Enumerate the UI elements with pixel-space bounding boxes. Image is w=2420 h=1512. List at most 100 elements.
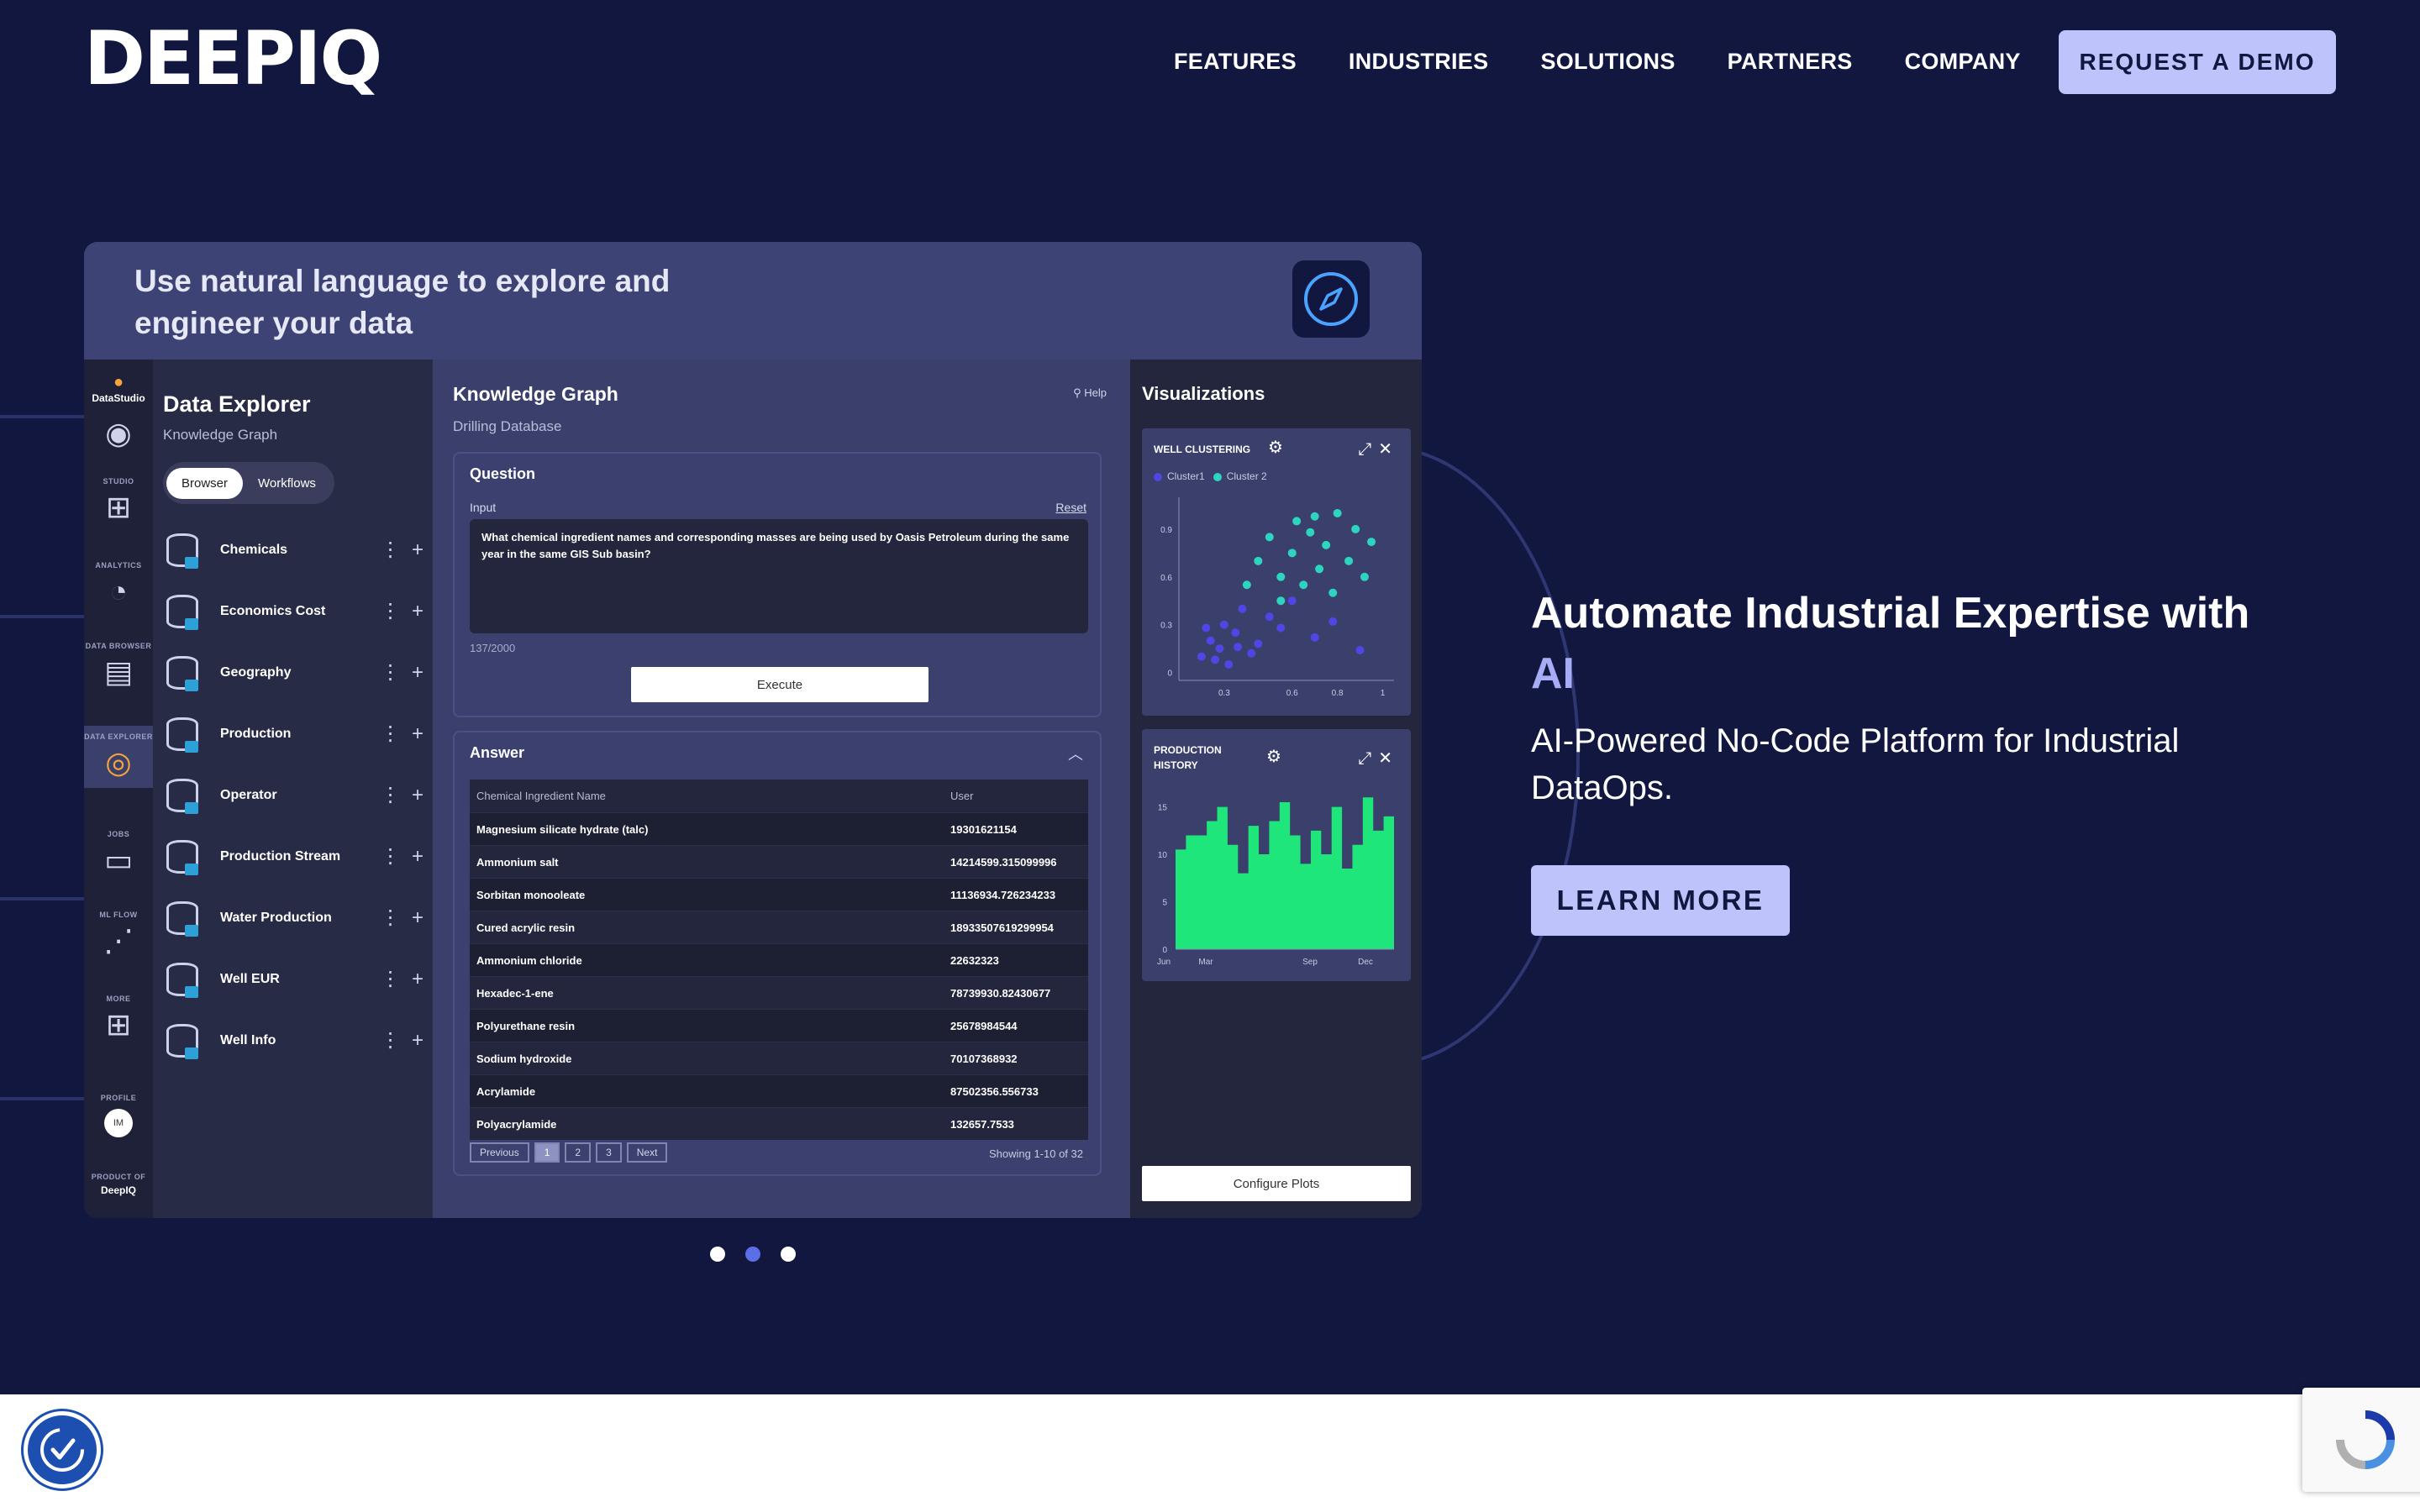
frame-header: Use natural language to explore and engi… (84, 242, 1422, 360)
carousel-dot[interactable] (745, 1247, 760, 1262)
learn-more-button[interactable]: LEARN MORE (1531, 865, 1790, 936)
nav-company[interactable]: COMPANY (1905, 49, 2021, 75)
more-vertical-icon[interactable]: ⋮ (381, 906, 401, 929)
plus-icon[interactable]: + (412, 538, 424, 561)
dataset-row[interactable]: Geography ⋮ + (163, 642, 424, 703)
previous-button[interactable]: Previous (470, 1142, 529, 1163)
carousel-dot[interactable] (781, 1247, 796, 1262)
database-icon (163, 1022, 198, 1059)
carousel-dot[interactable] (710, 1247, 725, 1262)
nav-industries[interactable]: INDUSTRIES (1349, 49, 1489, 75)
dataset-name: Production (220, 726, 292, 741)
recaptcha-icon[interactable] (2302, 1388, 2420, 1492)
chevron-up-icon[interactable]: ︿ (1068, 743, 1083, 764)
table-row[interactable]: Magnesium silicate hydrate (talc) 1930162… (470, 812, 1088, 845)
table-row[interactable]: Polyurethane resin 25678984544 (470, 1009, 1088, 1042)
scatter-point (1299, 580, 1308, 590)
scatter-point (1328, 617, 1338, 626)
toggle-browser[interactable]: Browser (166, 467, 244, 499)
plus-icon[interactable]: + (412, 722, 424, 745)
table-row[interactable]: Sodium hydroxide 70107368932 (470, 1042, 1088, 1074)
dataset-row[interactable]: Production ⋮ + (163, 703, 424, 764)
table-row[interactable]: Polyacrylamide 132657.7533 (470, 1107, 1088, 1140)
plus-icon[interactable]: + (412, 1029, 424, 1052)
scatter-point (1206, 636, 1215, 645)
deepiq-logo[interactable]: DEEPIQ (84, 22, 382, 96)
plus-icon[interactable]: + (412, 968, 424, 990)
next-button[interactable]: Next (626, 1142, 668, 1163)
help-link[interactable]: ⚲ Help (1073, 386, 1107, 400)
rail-data-explorer[interactable]: DATA EXPLORER ◎ (84, 726, 153, 788)
nav-partners[interactable]: PARTNERS (1728, 49, 1853, 75)
dataset-actions[interactable]: ⋮ + (373, 1028, 424, 1053)
nav-features[interactable]: FEATURES (1174, 49, 1297, 75)
dataset-row[interactable]: Economics Cost ⋮ + (163, 580, 424, 642)
rail-studio[interactable]: STUDIO ⊞ (84, 477, 153, 522)
dataset-actions[interactable]: ⋮ + (373, 660, 424, 685)
rail-data-browser[interactable]: DATA BROWSER ▤ (84, 642, 153, 687)
table-row[interactable]: Acrylamide 87502356.556733 (470, 1074, 1088, 1107)
dataset-row[interactable]: Water Production ⋮ + (163, 887, 424, 948)
more-vertical-icon[interactable]: ⋮ (381, 845, 401, 868)
dataset-actions[interactable]: ⋮ + (373, 599, 424, 623)
more-vertical-icon[interactable]: ⋮ (381, 538, 401, 561)
dataset-actions[interactable]: ⋮ + (373, 967, 424, 991)
plus-icon[interactable]: + (412, 784, 424, 806)
nav-solutions[interactable]: SOLUTIONS (1540, 49, 1675, 75)
dataset-actions[interactable]: ⋮ + (373, 538, 424, 562)
rail-profile[interactable]: PROFILE IM (84, 1094, 153, 1137)
page-1[interactable]: 1 (534, 1142, 560, 1163)
table-row[interactable]: Cured acrylic resin 18933507619299954 (470, 911, 1088, 943)
page-2[interactable]: 2 (565, 1142, 592, 1163)
dataset-row[interactable]: Chemicals ⋮ + (163, 519, 424, 580)
more-vertical-icon[interactable]: ⋮ (381, 968, 401, 990)
question-label: Question (470, 465, 536, 482)
scatter-point (1219, 620, 1228, 629)
page-3[interactable]: 3 (596, 1142, 622, 1163)
well-clustering-card: WELL CLUSTERING ⚙ ⤢✕ Cluster1 Cluster 2 … (1142, 428, 1411, 716)
accessibility-icon[interactable] (24, 1411, 101, 1488)
y-tick-label: 0.6 (1160, 574, 1172, 583)
rail-more[interactable]: MORE ⊞ (84, 995, 153, 1040)
more-vertical-icon[interactable]: ⋮ (381, 722, 401, 745)
scatter-point (1344, 556, 1354, 565)
y-tick-label: 5 (1162, 899, 1167, 908)
dataset-actions[interactable]: ⋮ + (373, 783, 424, 807)
more-vertical-icon[interactable]: ⋮ (381, 661, 401, 684)
dataset-name: Well EUR (220, 971, 280, 986)
rail-ml-flow[interactable]: ML FLOW ⋰ (84, 911, 153, 956)
plus-icon[interactable]: + (412, 906, 424, 929)
briefcase-icon: ▭ (103, 843, 133, 877)
dataset-row[interactable]: Production Stream ⋮ + (163, 826, 424, 887)
execute-button[interactable]: Execute (631, 667, 929, 702)
configure-plots-button[interactable]: Configure Plots (1142, 1166, 1411, 1201)
reset-link[interactable]: Reset (1055, 501, 1086, 514)
rail-analytics[interactable]: ANALYTICS ◔ (84, 561, 153, 606)
dataset-row[interactable]: Well Info ⋮ + (163, 1010, 424, 1071)
production-history-chart: 15 10 5 0 Jun Mar Sep Dec (1157, 797, 1394, 967)
dataset-actions[interactable]: ⋮ + (373, 906, 424, 930)
table-row[interactable]: Ammonium chloride 22632323 (470, 943, 1088, 976)
table-row[interactable]: Ammonium salt 14214599.315099996 (470, 845, 1088, 878)
dataset-row[interactable]: Operator ⋮ + (163, 764, 424, 826)
plus-icon[interactable]: + (412, 661, 424, 684)
toggle-workflows[interactable]: Workflows (243, 468, 331, 499)
plus-icon[interactable]: + (412, 845, 424, 868)
dataset-actions[interactable]: ⋮ + (373, 722, 424, 746)
answer-box: Answer ︿ Chemical Ingredient Name User M… (453, 731, 1102, 1176)
view-toggle: Browser Workflows (163, 462, 334, 504)
request-demo-button[interactable]: REQUEST A DEMO (2059, 30, 2336, 94)
more-vertical-icon[interactable]: ⋮ (381, 784, 401, 806)
x-tick-label: Mar (1198, 958, 1213, 967)
plus-icon[interactable]: + (412, 600, 424, 622)
more-vertical-icon[interactable]: ⋮ (381, 600, 401, 622)
table-row[interactable]: Hexadec-1-ene 78739930.82430677 (470, 976, 1088, 1009)
dataset-row[interactable]: Well EUR ⋮ + (163, 948, 424, 1010)
dataset-name: Chemicals (220, 542, 288, 557)
rail-home[interactable]: ◉ (84, 418, 153, 449)
dataset-actions[interactable]: ⋮ + (373, 844, 424, 869)
table-row[interactable]: Sorbitan monooleate 11136934.726234233 (470, 878, 1088, 911)
rail-jobs[interactable]: JOBS ▭ (84, 830, 153, 875)
question-textarea[interactable]: What chemical ingredient names and corre… (470, 519, 1088, 633)
more-vertical-icon[interactable]: ⋮ (381, 1029, 401, 1052)
